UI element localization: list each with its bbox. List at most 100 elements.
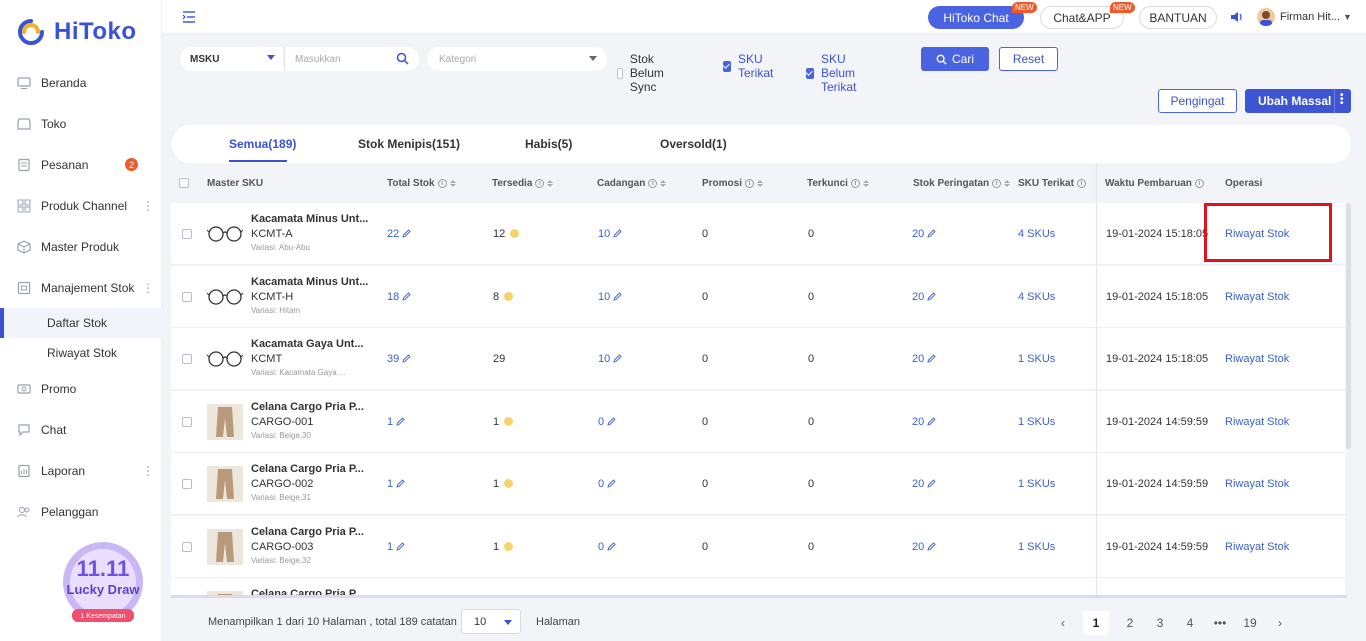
user-name[interactable]: Firman Hit... [1280, 11, 1340, 23]
edit-icon[interactable] [927, 416, 936, 426]
table-row[interactable]: Celana Cargo Pria P... CARGO-001 Variasi: … [171, 390, 1345, 453]
speaker-icon[interactable] [1230, 10, 1244, 24]
reserve-stock-cell[interactable]: 10 [598, 291, 622, 303]
menu-collapse-icon[interactable] [182, 10, 196, 24]
col-stok-peringatan[interactable]: Stok Peringatan i [913, 178, 1011, 189]
info-icon[interactable]: i [535, 179, 545, 188]
row-checkbox[interactable] [182, 416, 192, 427]
bantuan-button[interactable]: BANTUAN [1139, 6, 1217, 29]
col-waktu-pembaruan[interactable]: Waktu Pembaruan i [1105, 178, 1204, 189]
reserve-stock-cell[interactable]: 0 [598, 541, 616, 553]
row-checkbox[interactable] [182, 291, 192, 302]
warning-stock-cell[interactable]: 20 [912, 478, 936, 490]
product-name[interactable]: Celana Cargo Pria P... [251, 463, 364, 475]
table-row[interactable]: Kacamata Gaya Unt... KCMT Variasi: Kacamat… [171, 328, 1345, 390]
total-stock-cell[interactable]: 1 [387, 478, 405, 490]
info-icon[interactable]: i [1194, 179, 1204, 188]
linked-sku-link[interactable]: 4 SKUs [1018, 291, 1055, 303]
brand-logo[interactable]: HiToko [14, 16, 137, 48]
page-ellipsis[interactable]: ••• [1207, 611, 1233, 635]
edit-icon[interactable] [396, 416, 405, 426]
table-row[interactable]: Kacamata Minus Unt... KCMT-H Variasi: Hita… [171, 265, 1345, 328]
warning-stock-cell[interactable]: 20 [912, 416, 936, 428]
sidebar-item-master-produk[interactable]: Master Produk [0, 226, 162, 267]
edit-icon[interactable] [396, 541, 405, 551]
search-input[interactable]: Masukkan [284, 47, 419, 71]
sidebar-item-promo[interactable]: Promo [0, 368, 162, 409]
sort-icon[interactable] [449, 180, 456, 187]
page-number[interactable]: 2 [1117, 611, 1143, 635]
category-select[interactable]: Kategori [427, 47, 607, 71]
reset-button[interactable]: Reset [999, 47, 1058, 71]
more-vertical-icon[interactable]: ⋮ [142, 464, 154, 478]
sidebar-item-beranda[interactable]: Beranda [0, 62, 162, 103]
horizontal-scrollbar[interactable] [171, 595, 1347, 598]
table-row[interactable]: Celana Cargo Pria P... CARGO-002 Variasi: … [171, 453, 1345, 515]
edit-icon[interactable] [927, 229, 936, 238]
warning-stock-cell[interactable]: 20 [912, 291, 936, 303]
search-button[interactable]: Cari [921, 47, 989, 71]
page-number[interactable]: 19 [1237, 611, 1263, 635]
info-icon[interactable]: i [437, 179, 447, 188]
sidebar-item-chat[interactable]: Chat [0, 409, 162, 450]
more-vertical-icon[interactable]: ⋮ [142, 199, 154, 213]
linked-sku-link[interactable]: 4 SKUs [1018, 228, 1055, 240]
linked-sku-link[interactable]: 1 SKUs [1018, 478, 1055, 490]
reserve-stock-cell[interactable]: 10 [598, 353, 622, 365]
prev-page-icon[interactable]: ‹ [1050, 611, 1076, 635]
edit-icon[interactable] [927, 479, 936, 488]
warning-stock-cell[interactable]: 20 [912, 541, 936, 553]
stock-history-link[interactable]: Riwayat Stok [1225, 416, 1289, 428]
sort-icon[interactable] [862, 180, 869, 187]
info-icon[interactable]: i [992, 179, 1002, 188]
avatar[interactable] [1257, 8, 1275, 26]
filter-stok-belum-sync[interactable]: Stok Belum Sync [617, 52, 669, 94]
info-icon[interactable]: i [648, 179, 658, 188]
hitoko-chat-button[interactable]: HiToko Chat [928, 6, 1024, 29]
table-row[interactable]: Celana Cargo Pria P... CARGO-003 Variasi: … [171, 515, 1345, 578]
col-total-stok[interactable]: Total Stok i [387, 178, 456, 189]
page-number[interactable]: 4 [1177, 611, 1203, 635]
sort-icon[interactable] [660, 180, 667, 187]
total-stock-cell[interactable]: 1 [387, 416, 405, 428]
edit-icon[interactable] [402, 354, 411, 363]
sort-icon[interactable] [757, 180, 764, 187]
tab-stok-menipis[interactable]: Stok Menipis(151) [358, 137, 460, 151]
total-stock-cell[interactable]: 1 [387, 541, 405, 553]
sidebar-item-laporan[interactable]: Laporan ⋮ [0, 450, 162, 491]
reserve-stock-cell[interactable]: 0 [598, 416, 616, 428]
tab-semua[interactable]: Semua(189) [229, 137, 296, 151]
edit-icon[interactable] [613, 354, 622, 363]
linked-sku-link[interactable]: 1 SKUs [1018, 353, 1055, 365]
checkbox[interactable] [617, 67, 623, 79]
checkbox-checked[interactable] [806, 67, 814, 79]
page-size-select[interactable]: 10 [461, 609, 521, 634]
edit-icon[interactable] [402, 229, 411, 238]
total-stock-cell[interactable]: 39 [387, 353, 411, 365]
stock-history-link[interactable]: Riwayat Stok [1225, 353, 1289, 365]
total-stock-cell[interactable]: 22 [387, 228, 411, 240]
edit-icon[interactable] [607, 479, 616, 488]
product-name[interactable]: Celana Cargo Pria P... [251, 401, 364, 413]
product-name[interactable]: Kacamata Gaya Unt... [251, 338, 364, 350]
edit-icon[interactable] [607, 541, 616, 551]
tab-habis[interactable]: Habis(5) [525, 137, 572, 151]
sidebar-subitem-daftar-stok[interactable]: Daftar Stok [0, 308, 162, 338]
vertical-scrollbar[interactable] [1346, 203, 1351, 449]
sidebar-item-pesanan[interactable]: Pesanan 2 [0, 144, 162, 185]
edit-icon[interactable] [927, 354, 936, 363]
next-page-icon[interactable]: › [1267, 611, 1293, 635]
edit-icon[interactable] [927, 541, 936, 551]
search-field-select[interactable]: MSKU [180, 47, 283, 71]
search-icon[interactable] [396, 52, 409, 65]
col-terkunci[interactable]: Terkunci i [807, 178, 869, 189]
product-name[interactable]: Kacamata Minus Unt... [251, 213, 368, 225]
col-promosi[interactable]: Promosi i [702, 178, 764, 189]
edit-icon[interactable] [613, 291, 622, 301]
product-name[interactable]: Celana Cargo Pria P... [251, 526, 364, 538]
stock-history-link[interactable]: Riwayat Stok [1225, 541, 1289, 553]
filter-sku-terikat[interactable]: SKU Terikat [723, 52, 776, 80]
row-checkbox[interactable] [182, 541, 192, 552]
sidebar-subitem-riwayat-stok[interactable]: Riwayat Stok [0, 338, 162, 368]
reminder-button[interactable]: Pengingat [1158, 89, 1237, 113]
